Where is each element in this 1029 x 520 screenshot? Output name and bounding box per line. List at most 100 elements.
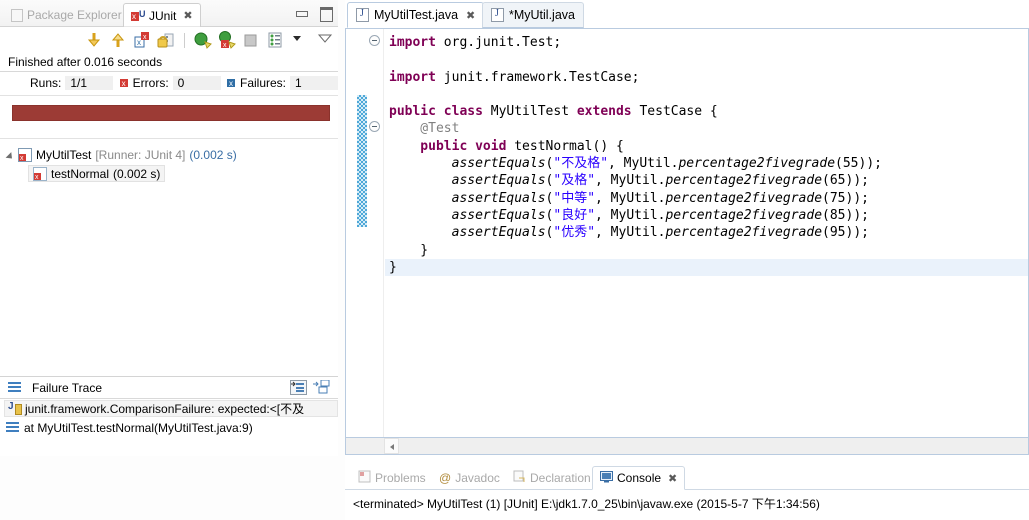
tab-junit-label: JUnit	[149, 8, 177, 23]
junit-icon: x U	[131, 8, 146, 21]
scrollbar-track[interactable]	[400, 438, 1028, 454]
failure-trace-panel: Failure Trace junit.framework.Comparison…	[0, 376, 338, 456]
code-token: TestCase {	[631, 104, 718, 120]
history-icon[interactable]	[266, 31, 284, 49]
console-icon	[600, 470, 613, 486]
tab-console-label: Console	[617, 471, 662, 485]
chevron-down-icon[interactable]	[290, 31, 308, 49]
junit-toolbar: x x x	[0, 27, 338, 53]
minimize-view-icon[interactable]	[316, 31, 334, 49]
arrow-down-icon[interactable]	[85, 31, 103, 49]
code-token: , MyUtil.	[595, 207, 666, 223]
arrow-left-icon[interactable]	[384, 438, 399, 454]
compare-icon[interactable]	[313, 379, 330, 395]
tree-item-time: (0.002 s)	[189, 147, 237, 162]
code-token: import	[389, 35, 436, 50]
code-line: }	[385, 242, 1028, 259]
editor-gutter[interactable]	[346, 29, 384, 437]
junit-counters: Runs: 1/1 x Errors: 0 x Failures: 1	[0, 72, 338, 96]
tab-problems[interactable]: Problems	[351, 466, 433, 490]
junit-status-line: Finished after 0.016 seconds	[0, 53, 338, 72]
code-token: "不及格"	[553, 156, 609, 172]
tab-package-explorer[interactable]: Package Explorer	[4, 3, 129, 27]
tab-declaration[interactable]: Declaration	[506, 466, 598, 490]
failure-trace-line[interactable]: at MyUtilTest.testNormal(MyUtilTest.java…	[0, 418, 338, 437]
close-icon[interactable]: ✖	[466, 9, 475, 22]
failure-trace-selection[interactable]: junit.framework.ComparisonFailure: expec…	[4, 400, 338, 417]
expand-arrow-icon[interactable]	[6, 149, 18, 161]
tab-console[interactable]: Console ✖	[592, 466, 686, 490]
code-token: (55));	[835, 156, 882, 172]
code-line: assertEquals("良好", MyUtil.percentage2fiv…	[385, 207, 1028, 224]
code-token: import	[389, 69, 436, 85]
code-token: junit.framework.TestCase;	[435, 69, 640, 85]
failures-label: Failures:	[239, 76, 286, 90]
failures-value: 1	[290, 76, 338, 90]
maximize-icon[interactable]	[318, 5, 333, 22]
runs-value: 1/1	[65, 76, 114, 90]
code-token: assertEquals	[389, 156, 546, 172]
failure-trace-icon	[8, 382, 21, 393]
tab-javadoc[interactable]: @ Javadoc	[432, 466, 507, 490]
rerun-failed-icon[interactable]: x	[218, 31, 236, 49]
code-token: }	[389, 259, 397, 275]
tree-item-time: (0.002 s)	[113, 166, 161, 181]
problems-icon	[358, 470, 371, 486]
code-text[interactable]: import org.junit.Test; import junit.fram…	[385, 29, 1028, 437]
tree-selection[interactable]: testNormal (0.002 s)	[28, 165, 166, 182]
code-token: "良好"	[553, 207, 596, 223]
horizontal-scrollbar[interactable]	[345, 438, 1029, 455]
tree-item-label: testNormal	[51, 166, 110, 181]
junit-result-tree[interactable]: MyUtilTest [Runner: JUnit 4] (0.002 s) t…	[0, 138, 338, 376]
stack-frame-icon	[6, 422, 19, 433]
code-line: assertEquals("不及格", MyUtil.percentage2fi…	[385, 155, 1028, 172]
code-line: assertEquals("优秀", MyUtil.percentage2fiv…	[385, 224, 1028, 241]
change-bar	[357, 95, 367, 227]
code-token: }	[389, 242, 429, 258]
code-token: percentage2fivegrade	[678, 156, 836, 172]
code-token: public void	[389, 138, 507, 154]
tab-myutiltest-java[interactable]: MyUtilTest.java ✖	[347, 2, 485, 28]
tree-row[interactable]: testNormal (0.002 s)	[0, 164, 338, 183]
code-editor[interactable]: import org.junit.Test; import junit.fram…	[345, 28, 1029, 438]
fold-marker-icon[interactable]	[369, 121, 380, 132]
tree-item-runner: [Runner: JUnit 4]	[95, 147, 186, 162]
code-token: , MyUtil.	[595, 173, 666, 189]
editor-tab-label: *MyUtil.java	[509, 8, 575, 22]
code-token: (95));	[822, 225, 869, 241]
failure-trace-line[interactable]: junit.framework.ComparisonFailure: expec…	[0, 399, 338, 418]
code-token: MyUtilTest	[482, 104, 577, 120]
code-line: public void testNormal() {	[385, 138, 1028, 155]
declaration-icon	[513, 470, 526, 486]
code-token: "及格"	[553, 173, 596, 189]
code-token: percentage2fivegrade	[665, 207, 823, 223]
code-line: import junit.framework.TestCase;	[385, 69, 1028, 86]
code-line: @Test	[385, 120, 1028, 137]
console-tabbar: Problems @ Javadoc Declaration Console ✖	[345, 464, 1029, 490]
minimize-icon[interactable]	[294, 5, 308, 19]
failure-trace-header: Failure Trace	[0, 377, 338, 399]
close-icon[interactable]: ✖	[183, 9, 192, 22]
close-icon[interactable]: ✖	[668, 472, 677, 485]
test-class-icon	[18, 147, 32, 163]
lock-icon[interactable]	[157, 31, 175, 49]
editor-area: MyUtilTest.java ✖ *MyUtil.java import or…	[345, 0, 1029, 520]
code-line: assertEquals("中等", MyUtil.percentage2fiv…	[385, 190, 1028, 207]
failures-icon: x	[225, 78, 236, 88]
rerun-icon[interactable]	[194, 31, 212, 49]
tab-declaration-label: Declaration	[530, 471, 591, 485]
tree-row[interactable]: MyUtilTest [Runner: JUnit 4] (0.002 s)	[0, 145, 338, 164]
arrow-up-icon[interactable]	[109, 31, 127, 49]
fold-marker-icon[interactable]	[369, 35, 380, 46]
filter-icon[interactable]	[290, 380, 307, 395]
tab-problems-label: Problems	[375, 471, 426, 485]
tab-myutil-java[interactable]: *MyUtil.java	[482, 2, 584, 28]
tab-junit[interactable]: x U JUnit ✖	[123, 3, 201, 27]
stop-icon[interactable]	[242, 31, 260, 49]
junit-view: Package Explorer x U JUnit ✖ x x x Finis…	[0, 0, 338, 456]
failures-filter-icon[interactable]: x x	[133, 31, 151, 49]
exception-icon	[8, 401, 22, 415]
console-view: Problems @ Javadoc Declaration Console ✖…	[345, 464, 1029, 520]
